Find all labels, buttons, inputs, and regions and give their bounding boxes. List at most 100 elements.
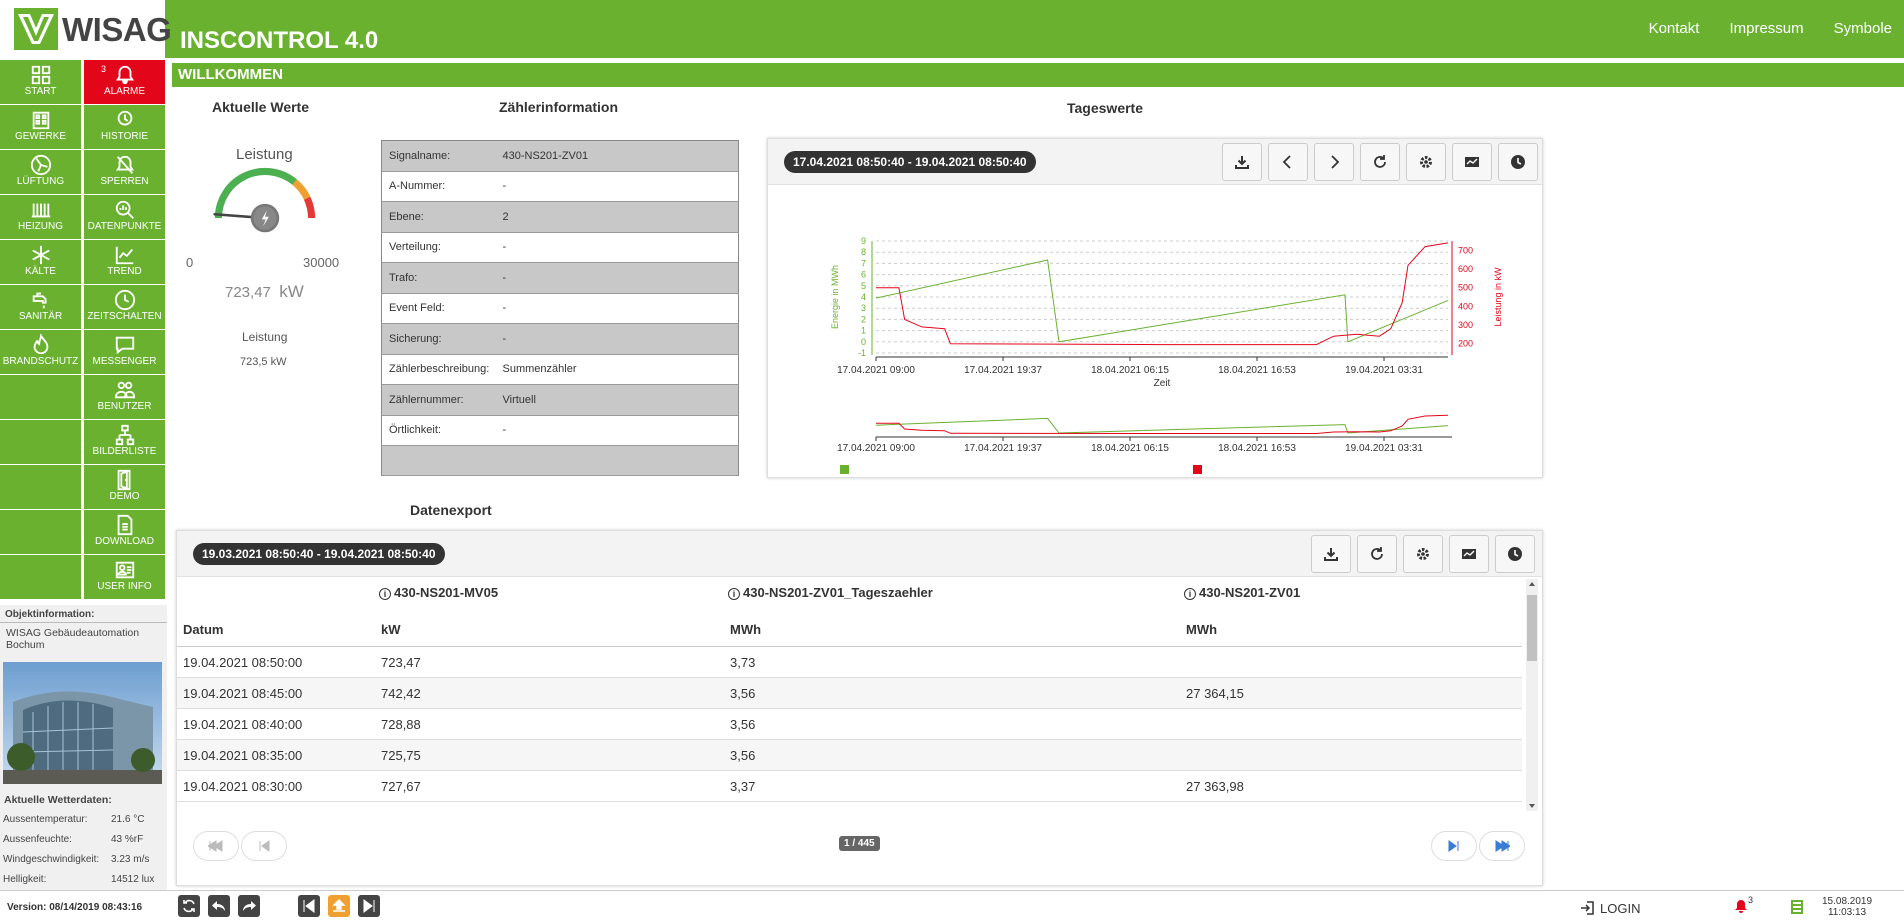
y-right-tick-label: 700 [1458, 245, 1473, 255]
scroll-up-icon[interactable] [1529, 582, 1535, 586]
logo[interactable]: WISAG [0, 0, 172, 58]
refresh-button[interactable] [1360, 143, 1400, 181]
sidebar-item-historie[interactable]: HISTORIE [84, 105, 165, 149]
column-name[interactable]: i 430-NS201-ZV01_Tageszaehler [728, 585, 933, 600]
table-cell: 742,42 [381, 686, 421, 701]
navigator-tick-label: 19.04.2021 03:31 [1345, 443, 1423, 454]
table-row[interactable]: 19.04.2021 08:35:00 725,75 3,56 [177, 740, 1522, 771]
meter-info-row: A-Nummer: - [381, 171, 739, 202]
sidebar-item-label: BRANDSCHUTZ [2, 356, 79, 367]
table-row[interactable]: 19.04.2021 08:30:00 727,67 3,37 27 363,98 [177, 771, 1522, 802]
meter-info-key: Örtlichkeit: [381, 415, 503, 446]
table-cell: 27 363,98 [1186, 779, 1244, 794]
chart-view-button[interactable] [1452, 143, 1492, 181]
y-left-tick-label: 9 [861, 236, 866, 246]
sidebar-item-trend[interactable]: TREND [84, 240, 165, 284]
login-button[interactable]: LOGIN [1580, 901, 1640, 916]
scrollbar-thumb[interactable] [1527, 595, 1537, 661]
object-info-heading: Objektinformation: [0, 605, 167, 623]
table-row[interactable]: 19.04.2021 08:50:00 723,47 3,73 [177, 647, 1522, 678]
sidebar-item-heizung[interactable]: HEIZUNG [0, 195, 81, 239]
table-scrollbar[interactable] [1526, 579, 1538, 811]
sidebar-item-userinfo[interactable]: USER INFO [84, 555, 165, 599]
first-button[interactable] [298, 895, 320, 917]
gauge-tick [295, 194, 298, 197]
sidebar-empty-tile [0, 555, 81, 599]
meter-info-key: A-Nummer: [381, 171, 503, 202]
export-download-button[interactable] [1311, 535, 1351, 573]
last-page-button[interactable] [1479, 831, 1525, 861]
y-left-tick-label: 0 [861, 337, 866, 347]
last-button[interactable] [358, 895, 380, 917]
previous-page-button[interactable] [241, 831, 287, 861]
sidebar-item-lüftung[interactable]: LÜFTUNG [0, 150, 81, 194]
sidebar-item-label: ALARME [103, 86, 146, 97]
fan-icon [30, 154, 51, 176]
next-page-button[interactable] [1431, 831, 1477, 861]
export-refresh-button[interactable] [1357, 535, 1397, 573]
sidebar-item-start[interactable]: START [0, 60, 81, 104]
sidebar-item-download[interactable]: DOWNLOAD [84, 510, 165, 554]
date-range-pill[interactable]: 17.04.2021 08:50:40 - 19.04.2021 08:50:4… [784, 151, 1036, 173]
nav-impressum[interactable]: Impressum [1729, 20, 1803, 37]
export-chart-view-button[interactable] [1449, 535, 1489, 573]
sidebar-empty-tile [0, 465, 81, 509]
sidebar-item-benutzer[interactable]: BENUTZER [84, 375, 165, 419]
table-row[interactable]: 19.04.2021 08:45:00 742,42 3,56 27 364,15 [177, 678, 1522, 709]
legend-swatch-energy [840, 465, 849, 474]
sidebar-item-kälte[interactable]: KÄLTE [0, 240, 81, 284]
sidebar-item-datenpunkte[interactable]: DATENPUNKTE [84, 195, 165, 239]
building-icon [32, 111, 49, 130]
sidebar-item-demo[interactable]: DEMO [84, 465, 165, 509]
nav-symbole[interactable]: Symbole [1834, 20, 1892, 37]
image-chart-icon [1465, 157, 1479, 167]
sidebar-item-brandschutz[interactable]: BRANDSCHUTZ [0, 330, 81, 374]
current-date: 15.08.2019 [1822, 896, 1873, 907]
info-icon[interactable]: i [728, 588, 740, 600]
column-name[interactable]: i 430-NS201-MV05 [379, 585, 498, 600]
meter-info-value: - [502, 232, 739, 263]
export-range-pill[interactable]: 19.03.2021 08:50:40 - 19.04.2021 08:50:4… [193, 543, 445, 565]
sidebar-item-label: BILDERLISTE [92, 446, 157, 457]
next-button[interactable] [1314, 143, 1354, 181]
settings-button[interactable] [1406, 143, 1446, 181]
first-page-button[interactable] [193, 831, 239, 861]
redo-button[interactable] [238, 895, 260, 917]
history-button[interactable] [1498, 143, 1538, 181]
y-right-tick-label: 400 [1458, 301, 1473, 311]
column-name[interactable]: i 430-NS201-ZV01 [1184, 585, 1300, 600]
up-button[interactable] [328, 895, 350, 917]
sidebar-item-label: KÄLTE [25, 266, 56, 277]
nav-kontakt[interactable]: Kontakt [1649, 20, 1700, 37]
previous-button[interactable] [1268, 143, 1308, 181]
export-history-button[interactable] [1495, 535, 1535, 573]
scroll-down-icon[interactable] [1529, 804, 1535, 808]
sidebar-item-gewerke[interactable]: GEWERKE [0, 105, 81, 149]
gauge-tick [301, 205, 304, 207]
y-right-tick-label: 300 [1458, 320, 1473, 330]
info-icon[interactable]: i [379, 588, 391, 600]
daily-line-chart[interactable]: -101 23456 789 200 300 400 500 600 700 Energie in… [768, 185, 1544, 477]
sidebar-item-alarme[interactable]: ALARME 3 [84, 60, 165, 104]
export-settings-button[interactable] [1403, 535, 1443, 573]
sidebar-item-sanitär[interactable]: SANITÄR [0, 285, 81, 329]
sidebar-empty-tile [0, 510, 81, 554]
sidebar-item-sperren[interactable]: SPERREN [84, 150, 165, 194]
top-nav: Kontakt Impressum Symbole [1649, 20, 1892, 37]
table-cell: 727,67 [381, 779, 421, 794]
sync-button[interactable] [178, 895, 200, 917]
table-row[interactable]: 19.04.2021 08:40:00 728,88 3,56 [177, 709, 1522, 740]
meter-info-value: - [502, 171, 739, 202]
sidebar-item-messenger[interactable]: MESSENGER [84, 330, 165, 374]
sidebar-item-bilderliste[interactable]: BILDERLISTE [84, 420, 165, 464]
login-icon [1581, 901, 1594, 915]
download-button[interactable] [1222, 143, 1262, 181]
alarm-indicator[interactable]: 3 [1734, 895, 1753, 916]
skip-last-icon [1495, 840, 1510, 852]
undo-button[interactable] [208, 895, 230, 917]
meter-info-table: Signalname: 430-NS201-ZV01 A-Nummer: - Ebene… [381, 140, 739, 476]
sidebar-item-zeitschalten[interactable]: ZEITSCHALTEN [84, 285, 165, 329]
info-icon[interactable]: i [1184, 588, 1196, 600]
data-export-panel: 19.03.2021 08:50:40 - 19.04.2021 08:50:4… [176, 530, 1543, 886]
gauge-tick [232, 194, 235, 197]
